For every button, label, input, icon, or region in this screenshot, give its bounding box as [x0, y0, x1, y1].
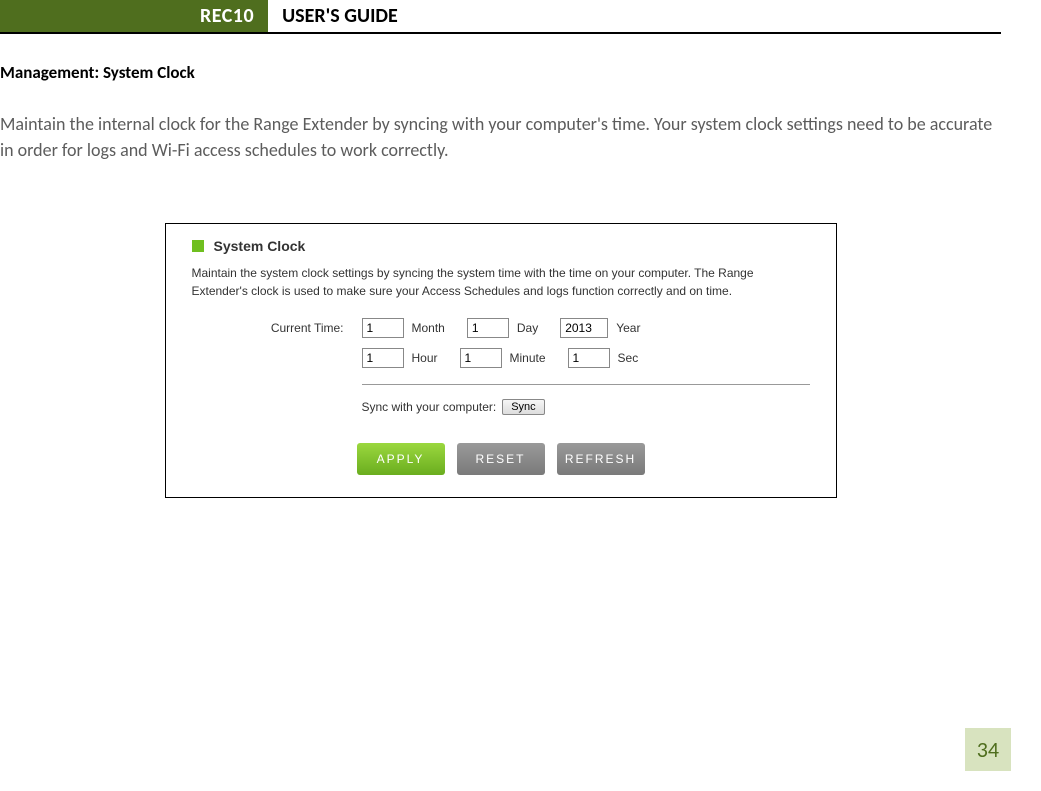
month-input[interactable] [362, 318, 404, 338]
section-intro: Maintain the internal clock for the Rang… [0, 111, 1001, 163]
day-label: Day [517, 321, 538, 335]
page-number: 34 [965, 728, 1011, 771]
separator [362, 384, 810, 385]
panel-title: System Clock [214, 238, 306, 254]
day-input[interactable] [467, 318, 509, 338]
sync-label: Sync with your computer: [362, 400, 497, 414]
year-input[interactable] [560, 318, 608, 338]
year-label: Year [616, 321, 640, 335]
minute-label: Minute [510, 351, 546, 365]
system-clock-panel: System Clock Maintain the system clock s… [165, 223, 837, 498]
second-input[interactable] [568, 348, 610, 368]
month-label: Month [412, 321, 445, 335]
sync-button[interactable]: Sync [502, 399, 544, 415]
product-badge: REC10 [0, 0, 268, 32]
hour-label: Hour [412, 351, 438, 365]
second-label: Sec [618, 351, 639, 365]
minute-input[interactable] [460, 348, 502, 368]
section-heading: Management: System Clock [0, 62, 1001, 83]
guide-title: USER'S GUIDE [268, 0, 398, 32]
panel-description: Maintain the system clock settings by sy… [192, 264, 810, 300]
refresh-button[interactable]: REFRESH [557, 443, 645, 475]
square-icon [192, 240, 204, 252]
page-header: REC10 USER'S GUIDE [0, 0, 1001, 34]
apply-button[interactable]: APPLY [357, 443, 445, 475]
current-time-label: Current Time: [252, 321, 362, 335]
hour-input[interactable] [362, 348, 404, 368]
reset-button[interactable]: RESET [457, 443, 545, 475]
